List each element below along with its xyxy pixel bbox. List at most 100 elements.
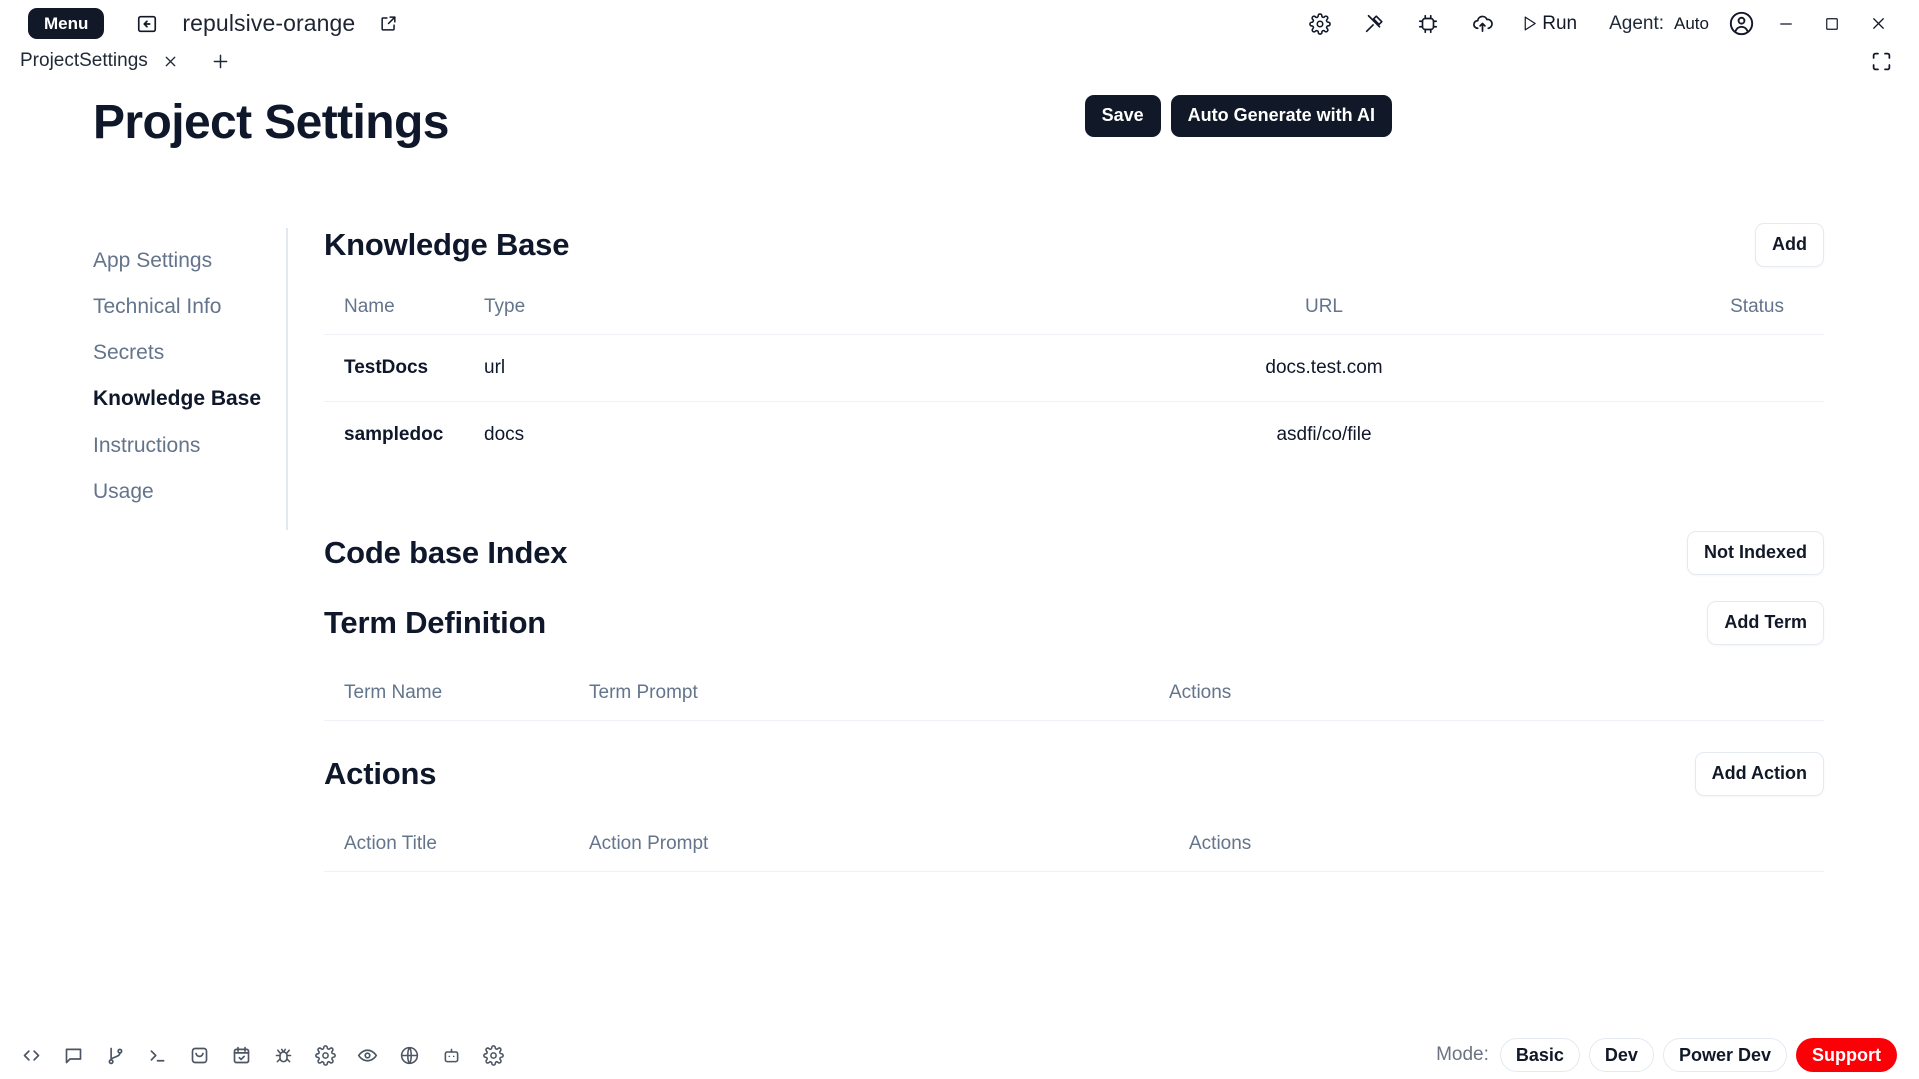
- codebase-index-section: Code base Index Not Indexed: [324, 530, 1824, 576]
- knowledge-base-title: Knowledge Base: [324, 227, 570, 262]
- sidebar-item-technical-info[interactable]: Technical Info: [93, 284, 286, 330]
- sidebar-item-instructions[interactable]: Instructions: [93, 423, 286, 469]
- status-bar: Mode: Basic Dev Power Dev Support: [0, 1031, 1919, 1079]
- sidebar-item-secrets[interactable]: Secrets: [93, 330, 286, 376]
- eye-icon[interactable]: [346, 1038, 388, 1072]
- inbox-icon[interactable]: [178, 1038, 220, 1072]
- titlebar-actions: Run Agent: Auto: [1293, 4, 1919, 44]
- mode-label: Mode:: [1436, 1044, 1489, 1065]
- cell-status: [1544, 334, 1824, 402]
- close-icon[interactable]: [1855, 4, 1901, 44]
- cloud-upload-icon[interactable]: [1455, 4, 1509, 44]
- table-row[interactable]: sampledoc docs asdfi/co/file: [324, 401, 1824, 468]
- actions-section: Actions Add Action Action Title Action P…: [324, 751, 1824, 872]
- column-header-actions: Actions: [1149, 668, 1824, 721]
- cell-type: url: [464, 334, 1104, 402]
- term-definition-table: Term Name Term Prompt Actions: [324, 668, 1824, 721]
- table-row[interactable]: TestDocs url docs.test.com: [324, 334, 1824, 402]
- tab-label: ProjectSettings: [20, 50, 148, 71]
- plus-icon[interactable]: [208, 48, 234, 74]
- calendar-check-icon[interactable]: [220, 1038, 262, 1072]
- git-branch-icon[interactable]: [94, 1038, 136, 1072]
- knowledge-base-section: Knowledge Base Add Name Type URL Status …: [324, 222, 1824, 468]
- settings-content: Knowledge Base Add Name Type URL Status …: [324, 222, 1824, 872]
- tab-projectsettings[interactable]: ProjectSettings: [14, 46, 186, 76]
- mode-power-dev-button[interactable]: Power Dev: [1662, 1037, 1787, 1073]
- cell-status: [1544, 401, 1824, 468]
- build-tool-icon[interactable]: [1347, 4, 1401, 44]
- cell-url: docs.test.com: [1104, 334, 1544, 402]
- back-arrow-icon[interactable]: [134, 11, 160, 37]
- support-button[interactable]: Support: [1796, 1037, 1897, 1073]
- run-button[interactable]: Run: [1511, 13, 1587, 35]
- header-actions: Save Auto Generate with AI: [1084, 95, 1392, 137]
- menu-button[interactable]: Menu: [28, 8, 105, 39]
- settings-icon[interactable]: [1293, 4, 1347, 44]
- term-definition-table-wrap: Term Name Term Prompt Actions: [324, 668, 1824, 721]
- column-header-status: Status: [1544, 282, 1824, 335]
- fullscreen-icon[interactable]: [1867, 47, 1895, 75]
- close-icon[interactable]: [162, 52, 180, 70]
- actions-table: Action Title Action Prompt Actions: [324, 819, 1824, 872]
- mode-switcher: Mode: Basic Dev Power Dev Support: [1436, 1037, 1919, 1073]
- column-header-type: Type: [464, 282, 1104, 335]
- cell-type: docs: [464, 401, 1104, 468]
- external-link-icon[interactable]: [377, 13, 399, 35]
- cell-url: asdfi/co/file: [1104, 401, 1544, 468]
- terminal-icon[interactable]: [136, 1038, 178, 1072]
- robot-icon[interactable]: [430, 1038, 472, 1072]
- page-title: Project Settings: [93, 96, 449, 149]
- column-header-name: Name: [324, 282, 464, 335]
- codebase-index-header: Code base Index Not Indexed: [324, 530, 1824, 576]
- mode-dev-button[interactable]: Dev: [1588, 1037, 1654, 1073]
- settings-sidebar: App Settings Technical Info Secrets Know…: [93, 228, 288, 530]
- agent-value: Auto: [1674, 13, 1709, 33]
- cell-name: TestDocs: [324, 334, 464, 402]
- add-term-button[interactable]: Add Term: [1707, 601, 1824, 645]
- maximize-icon[interactable]: [1809, 4, 1855, 44]
- cell-name: sampledoc: [324, 401, 464, 468]
- codebase-index-status-button[interactable]: Not Indexed: [1686, 531, 1824, 575]
- column-header-term-prompt: Term Prompt: [569, 668, 1149, 721]
- add-action-button[interactable]: Add Action: [1694, 752, 1824, 796]
- run-label: Run: [1542, 12, 1578, 34]
- column-header-action-prompt: Action Prompt: [569, 819, 1169, 872]
- actions-header: Actions Add Action: [324, 751, 1824, 797]
- knowledge-base-table-wrap: Name Type URL Status TestDocs url docs.t…: [324, 282, 1824, 468]
- page-header: Project Settings Save Auto Generate with…: [0, 95, 1919, 175]
- term-definition-section: Term Definition Add Term Term Name Term …: [324, 600, 1824, 721]
- table-header-row: Term Name Term Prompt Actions: [324, 668, 1824, 721]
- column-header-actions: Actions: [1169, 819, 1824, 872]
- account-avatar-icon[interactable]: [1719, 4, 1763, 44]
- code-brackets-icon[interactable]: [10, 1038, 52, 1072]
- gear-icon[interactable]: [472, 1038, 514, 1072]
- column-header-url: URL: [1104, 282, 1544, 335]
- codebase-index-title: Code base Index: [324, 535, 568, 570]
- add-knowledge-button[interactable]: Add: [1755, 223, 1824, 267]
- sidebar-item-app-settings[interactable]: App Settings: [93, 238, 286, 284]
- term-definition-title: Term Definition: [324, 605, 547, 640]
- term-definition-header: Term Definition Add Term: [324, 600, 1824, 646]
- knowledge-base-header: Knowledge Base Add: [324, 222, 1824, 268]
- play-icon: [1521, 14, 1538, 33]
- status-bar-icons: [0, 1038, 514, 1072]
- globe-icon[interactable]: [388, 1038, 430, 1072]
- agent-label: Agent:: [1609, 12, 1665, 34]
- auto-generate-with-ai-button[interactable]: Auto Generate with AI: [1170, 95, 1392, 137]
- project-name: repulsive-orange: [182, 10, 356, 36]
- save-button[interactable]: Save: [1084, 95, 1161, 137]
- actions-title: Actions: [324, 756, 437, 791]
- chat-bubble-icon[interactable]: [52, 1038, 94, 1072]
- table-header-row: Name Type URL Status: [324, 282, 1824, 335]
- mode-basic-button[interactable]: Basic: [1499, 1037, 1580, 1073]
- minimize-icon[interactable]: [1763, 4, 1809, 44]
- extensions-icon[interactable]: [1401, 4, 1455, 44]
- table-header-row: Action Title Action Prompt Actions: [324, 819, 1824, 872]
- agent-selector[interactable]: Agent: Auto: [1609, 13, 1709, 35]
- actions-table-wrap: Action Title Action Prompt Actions: [324, 819, 1824, 872]
- bug-icon[interactable]: [262, 1038, 304, 1072]
- gear-icon[interactable]: [304, 1038, 346, 1072]
- column-header-term-name: Term Name: [324, 668, 569, 721]
- sidebar-item-knowledge-base[interactable]: Knowledge Base: [93, 376, 286, 422]
- sidebar-item-usage[interactable]: Usage: [93, 469, 286, 515]
